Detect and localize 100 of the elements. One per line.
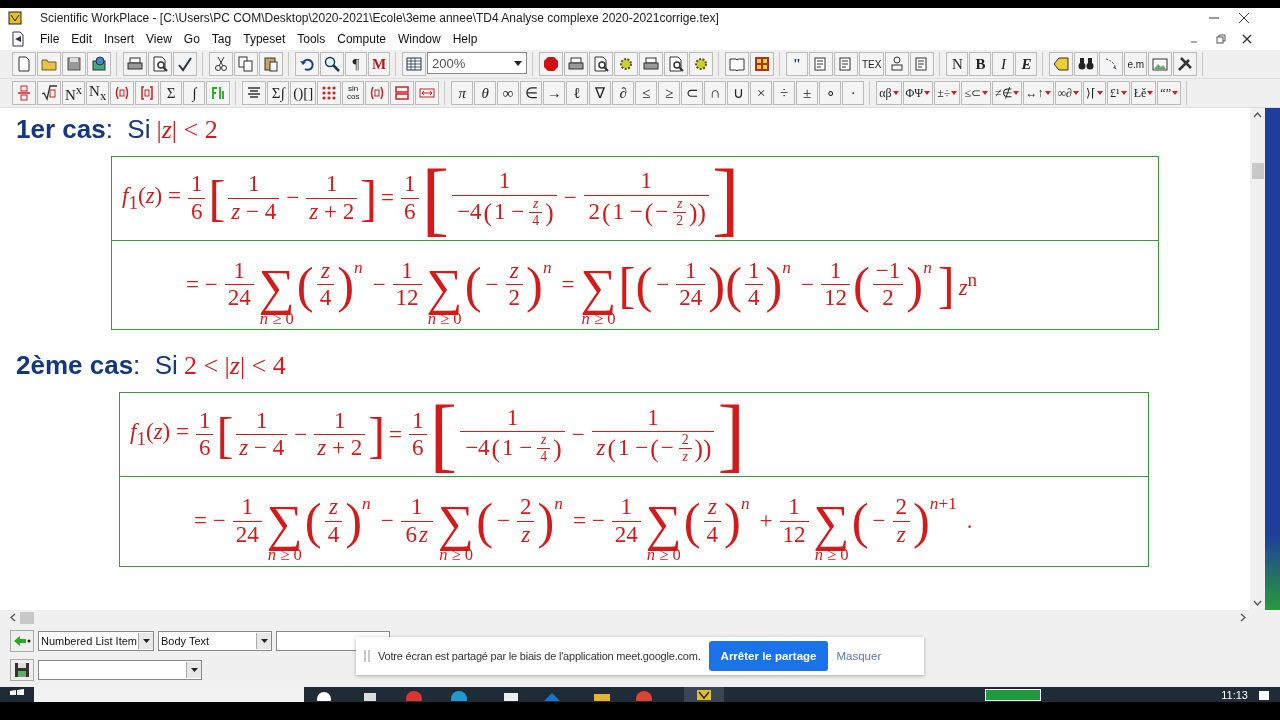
toolbar-button[interactable]: ℓ <box>566 81 589 105</box>
toolbar-button[interactable]: × <box>750 81 773 105</box>
dropdown-button[interactable] <box>256 632 271 649</box>
menu-item[interactable]: Edit <box>65 32 99 46</box>
toolbar-button[interactable] <box>1173 52 1198 76</box>
taskbar-app-button[interactable] <box>684 687 724 702</box>
toolbar-button[interactable] <box>209 52 233 76</box>
toolbar-button[interactable]: · <box>842 81 865 105</box>
toolbar-button[interactable]: ∞ <box>497 81 520 105</box>
toolbar-button[interactable] <box>320 52 344 76</box>
toolbar-button[interactable]: Σ∫ <box>267 81 290 105</box>
toolbar-button[interactable] <box>295 52 319 76</box>
drag-handle-icon[interactable] <box>364 650 370 662</box>
dropdown-button[interactable] <box>186 661 201 678</box>
symbol-menu-button[interactable]: ≠∉ <box>991 81 1022 105</box>
document-icon[interactable] <box>10 31 26 47</box>
exponent: n <box>362 495 371 513</box>
math-text: = − <box>185 271 219 298</box>
toolbar-button[interactable] <box>750 52 774 76</box>
menu-item[interactable]: Window <box>391 32 447 46</box>
scroll-thumb[interactable] <box>1251 163 1264 179</box>
symbol-menu-button[interactable]: £¹ <box>1107 81 1130 105</box>
style-dropdown[interactable]: Body Text <box>158 630 272 651</box>
caret-icon <box>892 91 899 95</box>
toolbar-button[interactable] <box>10 658 34 681</box>
zoom-dropdown[interactable]: 200% <box>427 52 527 74</box>
toolbar-button[interactable]: N$^{x}$ <box>62 81 86 105</box>
symbol-menu-button[interactable]: ↔↑ <box>1022 81 1054 105</box>
symbol-menu-button[interactable]: ±÷ <box>934 81 961 105</box>
menu-item[interactable]: Typeset <box>237 32 292 46</box>
menu-item[interactable]: Tools <box>291 32 332 46</box>
hide-link[interactable]: Masquer <box>836 650 882 662</box>
toolbar-button[interactable]: ∫ <box>183 81 206 105</box>
tag-dropdown[interactable]: Numbered List Item <box>38 630 154 651</box>
toolbar-button[interactable]: θ <box>474 81 497 105</box>
menu-item[interactable]: File <box>34 32 66 46</box>
menu-item[interactable]: Tag <box>205 32 238 46</box>
toolbar-button[interactable]: ∇ <box>589 81 612 105</box>
toolbar-button[interactable]: B <box>969 52 992 76</box>
toolbar-button[interactable]: ∪ <box>727 81 750 105</box>
toolbar-button[interactable]: π <box>451 81 474 105</box>
restore-icon[interactable] <box>1216 34 1226 44</box>
math-delimiter: ( <box>650 436 659 461</box>
toolbar-button[interactable] <box>148 52 172 76</box>
toolbar-button[interactable]: TEX <box>859 52 885 76</box>
toolbar-button[interactable] <box>589 52 613 76</box>
caret-icon <box>1097 91 1104 95</box>
toolbar-button[interactable]: ∈ <box>520 81 543 105</box>
toolbar-button[interactable]: ≤ <box>635 81 658 105</box>
app-icon <box>697 689 711 700</box>
menu-item[interactable]: Compute <box>331 32 392 46</box>
toolbar-button[interactable]: ()[] <box>290 81 317 105</box>
search-field[interactable] <box>34 687 304 702</box>
toolbar-button[interactable]: ¶ <box>345 52 367 76</box>
denominator: 4 <box>318 285 333 312</box>
notification-icon[interactable] <box>1258 689 1270 700</box>
toolbar-button[interactable]: ± <box>796 81 819 105</box>
symbol-menu-button[interactable]: ΦΨ <box>902 81 934 105</box>
toolbar-button[interactable]: N$_{x}$ <box>86 81 110 105</box>
close-icon[interactable] <box>1238 12 1250 24</box>
toolbar-button[interactable]: ∘ <box>819 81 842 105</box>
toolbar-button[interactable] <box>87 52 111 76</box>
gear-icon <box>692 55 710 73</box>
symbol-menu-button[interactable]: ≤⊂ <box>961 81 991 105</box>
toolbar-button[interactable]: M <box>368 52 390 76</box>
stop-sharing-button[interactable]: Arrêter le partage <box>708 641 829 671</box>
symbol-menu-button[interactable]: Łě <box>1130 81 1157 105</box>
exponent: n <box>354 258 363 277</box>
toolbar-button[interactable]: ∩ <box>704 81 727 105</box>
toolbar-button[interactable]: I <box>992 52 1015 76</box>
printer-icon <box>567 55 585 73</box>
dropdown-button[interactable] <box>138 632 153 649</box>
toolbar-button[interactable]: ∂ <box>612 81 635 105</box>
menu-item[interactable]: View <box>140 32 178 46</box>
symbol-menu-button[interactable]: ⟩⌈ <box>1083 81 1107 105</box>
toolbar-button[interactable] <box>1074 52 1099 76</box>
toolbar-button[interactable]: ≥ <box>658 81 681 105</box>
toolbar-button[interactable]: e.m <box>1124 52 1148 76</box>
toolbar-button[interactable]: ÷ <box>773 81 796 105</box>
toolbar-button[interactable]: " <box>786 52 808 76</box>
toolbar-button[interactable]: E <box>1015 52 1038 76</box>
toolbar-button[interactable] <box>173 52 197 76</box>
menu-item[interactable]: Go <box>177 32 206 46</box>
close-icon[interactable] <box>1242 34 1252 44</box>
toolbar-button[interactable] <box>664 52 688 76</box>
symbol-menu-button[interactable]: αβ <box>876 81 902 105</box>
math-delimiter: ] <box>717 395 745 474</box>
toolbar-button[interactable]: ⊂ <box>681 81 704 105</box>
scroll-thumb[interactable] <box>20 611 34 624</box>
symbol-menu-button[interactable]: “” <box>1157 81 1181 105</box>
toolbar-button[interactable]: N <box>946 52 969 76</box>
math-text: − <box>371 271 387 298</box>
symbol-menu-button[interactable]: ∞∂ <box>1054 81 1083 105</box>
toolbar-button[interactable]: → <box>543 81 566 105</box>
menu-item[interactable]: Insert <box>98 32 141 46</box>
toolbar-button[interactable] <box>37 81 61 105</box>
menu-item[interactable]: Help <box>446 32 484 46</box>
toolbar-button[interactable]: sin cos <box>342 81 365 105</box>
exponent: n <box>740 495 750 513</box>
toolbar-button[interactable]: Σ <box>160 81 183 105</box>
